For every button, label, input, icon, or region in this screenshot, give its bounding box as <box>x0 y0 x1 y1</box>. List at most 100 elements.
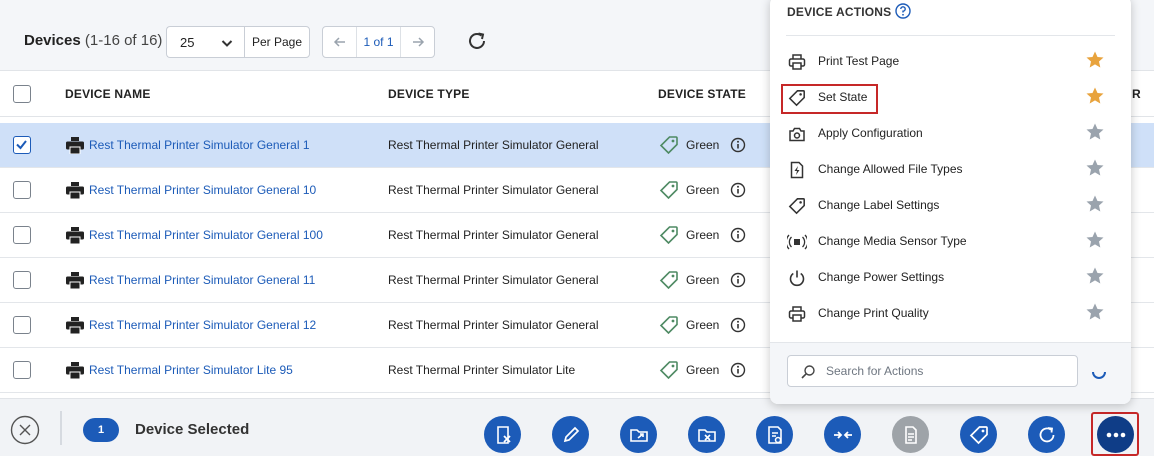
page-indicator: 1 of 1 <box>356 27 401 57</box>
per-page-select[interactable]: 25 <box>166 26 244 58</box>
star-outline-icon[interactable] <box>1085 302 1105 322</box>
star-outline-icon[interactable] <box>1085 266 1105 286</box>
device-count: (1-16 of 16) <box>84 32 163 49</box>
action-label: Apply Configuration <box>818 126 923 140</box>
device-name-link[interactable]: Rest Thermal Printer Simulator General 1… <box>89 183 316 197</box>
refresh-device-button[interactable] <box>1028 416 1065 453</box>
actions-search-box[interactable] <box>787 355 1078 387</box>
action-label: Print Test Page <box>818 54 900 68</box>
prev-page-button[interactable] <box>323 27 356 57</box>
tag-icon <box>969 425 988 444</box>
tag-icon <box>659 136 678 155</box>
checkmark-icon <box>16 140 27 150</box>
device-type: Rest Thermal Printer Simulator General <box>388 318 599 332</box>
action-change-media-sensor-type[interactable]: Change Media Sensor Type <box>770 223 1131 259</box>
file-bolt-icon <box>787 160 807 180</box>
action-print-test-page[interactable]: Print Test Page <box>770 43 1131 79</box>
tag-icon <box>659 316 678 335</box>
printer-icon <box>66 317 84 334</box>
row-checkbox[interactable] <box>13 136 31 154</box>
action-change-label-settings[interactable]: Change Label Settings <box>770 187 1131 223</box>
help-icon[interactable] <box>894 2 912 20</box>
action-change-allowed-file-types[interactable]: Change Allowed File Types <box>770 151 1131 187</box>
config-icon <box>787 124 807 144</box>
col-partial: R <box>1132 87 1141 101</box>
info-icon[interactable] <box>730 317 746 333</box>
device-name-link[interactable]: Rest Thermal Printer Simulator General 1… <box>89 318 316 332</box>
refresh-icon <box>1039 426 1054 442</box>
actions-search-input[interactable] <box>826 356 1066 386</box>
selected-label: Device Selected <box>135 421 250 438</box>
col-device-state[interactable]: DEVICE STATE <box>658 87 746 101</box>
col-device-type[interactable]: DEVICE TYPE <box>388 87 470 101</box>
col-device-name[interactable]: DEVICE NAME <box>65 87 151 101</box>
tag-icon <box>787 88 807 108</box>
move-to-folder-button[interactable] <box>620 416 657 453</box>
tag-icon <box>787 196 807 216</box>
row-checkbox[interactable] <box>13 361 31 379</box>
divider <box>786 35 1115 36</box>
tag-icon <box>659 271 678 290</box>
compare-button[interactable] <box>824 416 861 453</box>
action-change-print-quality[interactable]: Change Print Quality <box>770 295 1131 331</box>
per-page-value: 25 <box>180 34 195 50</box>
device-name-link[interactable]: Rest Thermal Printer Simulator General 1… <box>89 228 323 242</box>
device-name-link[interactable]: Rest Thermal Printer Simulator General 1 <box>89 138 310 152</box>
printer-icon <box>66 137 84 154</box>
page-title-text: Devices <box>24 32 81 49</box>
edit-button[interactable] <box>552 416 589 453</box>
pencil-icon <box>563 426 579 442</box>
remove-device-button[interactable] <box>484 416 521 453</box>
sensor-icon <box>787 232 807 252</box>
select-all-checkbox[interactable] <box>13 85 31 103</box>
more-actions-button[interactable] <box>1097 416 1134 453</box>
device-actions-popover: DEVICE ACTIONS Print Test Page Set State… <box>770 0 1131 404</box>
clear-selection-icon[interactable] <box>10 415 40 445</box>
star-outline-icon[interactable] <box>1085 230 1105 250</box>
device-name-link[interactable]: Rest Thermal Printer Simulator General 1… <box>89 273 315 287</box>
star-filled-icon[interactable] <box>1085 50 1105 70</box>
row-checkbox[interactable] <box>13 226 31 244</box>
document-button-disabled[interactable] <box>892 416 929 453</box>
printer-icon <box>66 182 84 199</box>
row-checkbox[interactable] <box>13 181 31 199</box>
info-icon[interactable] <box>730 272 746 288</box>
tag-icon <box>659 226 678 245</box>
printer-icon <box>787 52 807 72</box>
action-change-power-settings[interactable]: Change Power Settings <box>770 259 1131 295</box>
power-icon <box>787 268 807 288</box>
info-icon[interactable] <box>730 182 746 198</box>
row-checkbox[interactable] <box>13 316 31 334</box>
star-filled-icon[interactable] <box>1085 86 1105 106</box>
info-icon[interactable] <box>730 227 746 243</box>
info-icon[interactable] <box>730 137 746 153</box>
file-settings-icon <box>767 425 782 444</box>
printer-icon <box>66 362 84 379</box>
printer-icon <box>66 227 84 244</box>
star-outline-icon[interactable] <box>1085 122 1105 142</box>
star-outline-icon[interactable] <box>1085 194 1105 214</box>
action-set-state[interactable]: Set State <box>770 79 1131 115</box>
row-checkbox[interactable] <box>13 271 31 289</box>
star-outline-icon[interactable] <box>1085 158 1105 178</box>
device-type: Rest Thermal Printer Simulator General <box>388 183 599 197</box>
action-label: Change Print Quality <box>818 306 929 320</box>
action-apply-configuration[interactable]: Apply Configuration <box>770 115 1131 151</box>
remove-file-icon <box>496 425 511 444</box>
search-icon <box>801 365 815 379</box>
arrow-left-icon <box>333 37 345 47</box>
action-label: Change Label Settings <box>818 198 940 212</box>
pagination: 1 of 1 <box>322 26 435 58</box>
assign-config-button[interactable] <box>756 416 793 453</box>
remove-from-folder-button[interactable] <box>688 416 725 453</box>
selection-action-bar: 1 Device Selected <box>0 398 1154 456</box>
tag-icon <box>659 361 678 380</box>
device-actions-title: DEVICE ACTIONS <box>787 5 892 19</box>
document-icon <box>904 425 917 444</box>
next-page-button[interactable] <box>401 27 434 57</box>
device-name-link[interactable]: Rest Thermal Printer Simulator Lite 95 <box>89 363 293 377</box>
set-state-button[interactable] <box>960 416 997 453</box>
refresh-icon[interactable] <box>466 30 488 52</box>
info-icon[interactable] <box>730 362 746 378</box>
selected-count-badge: 1 <box>83 418 119 442</box>
